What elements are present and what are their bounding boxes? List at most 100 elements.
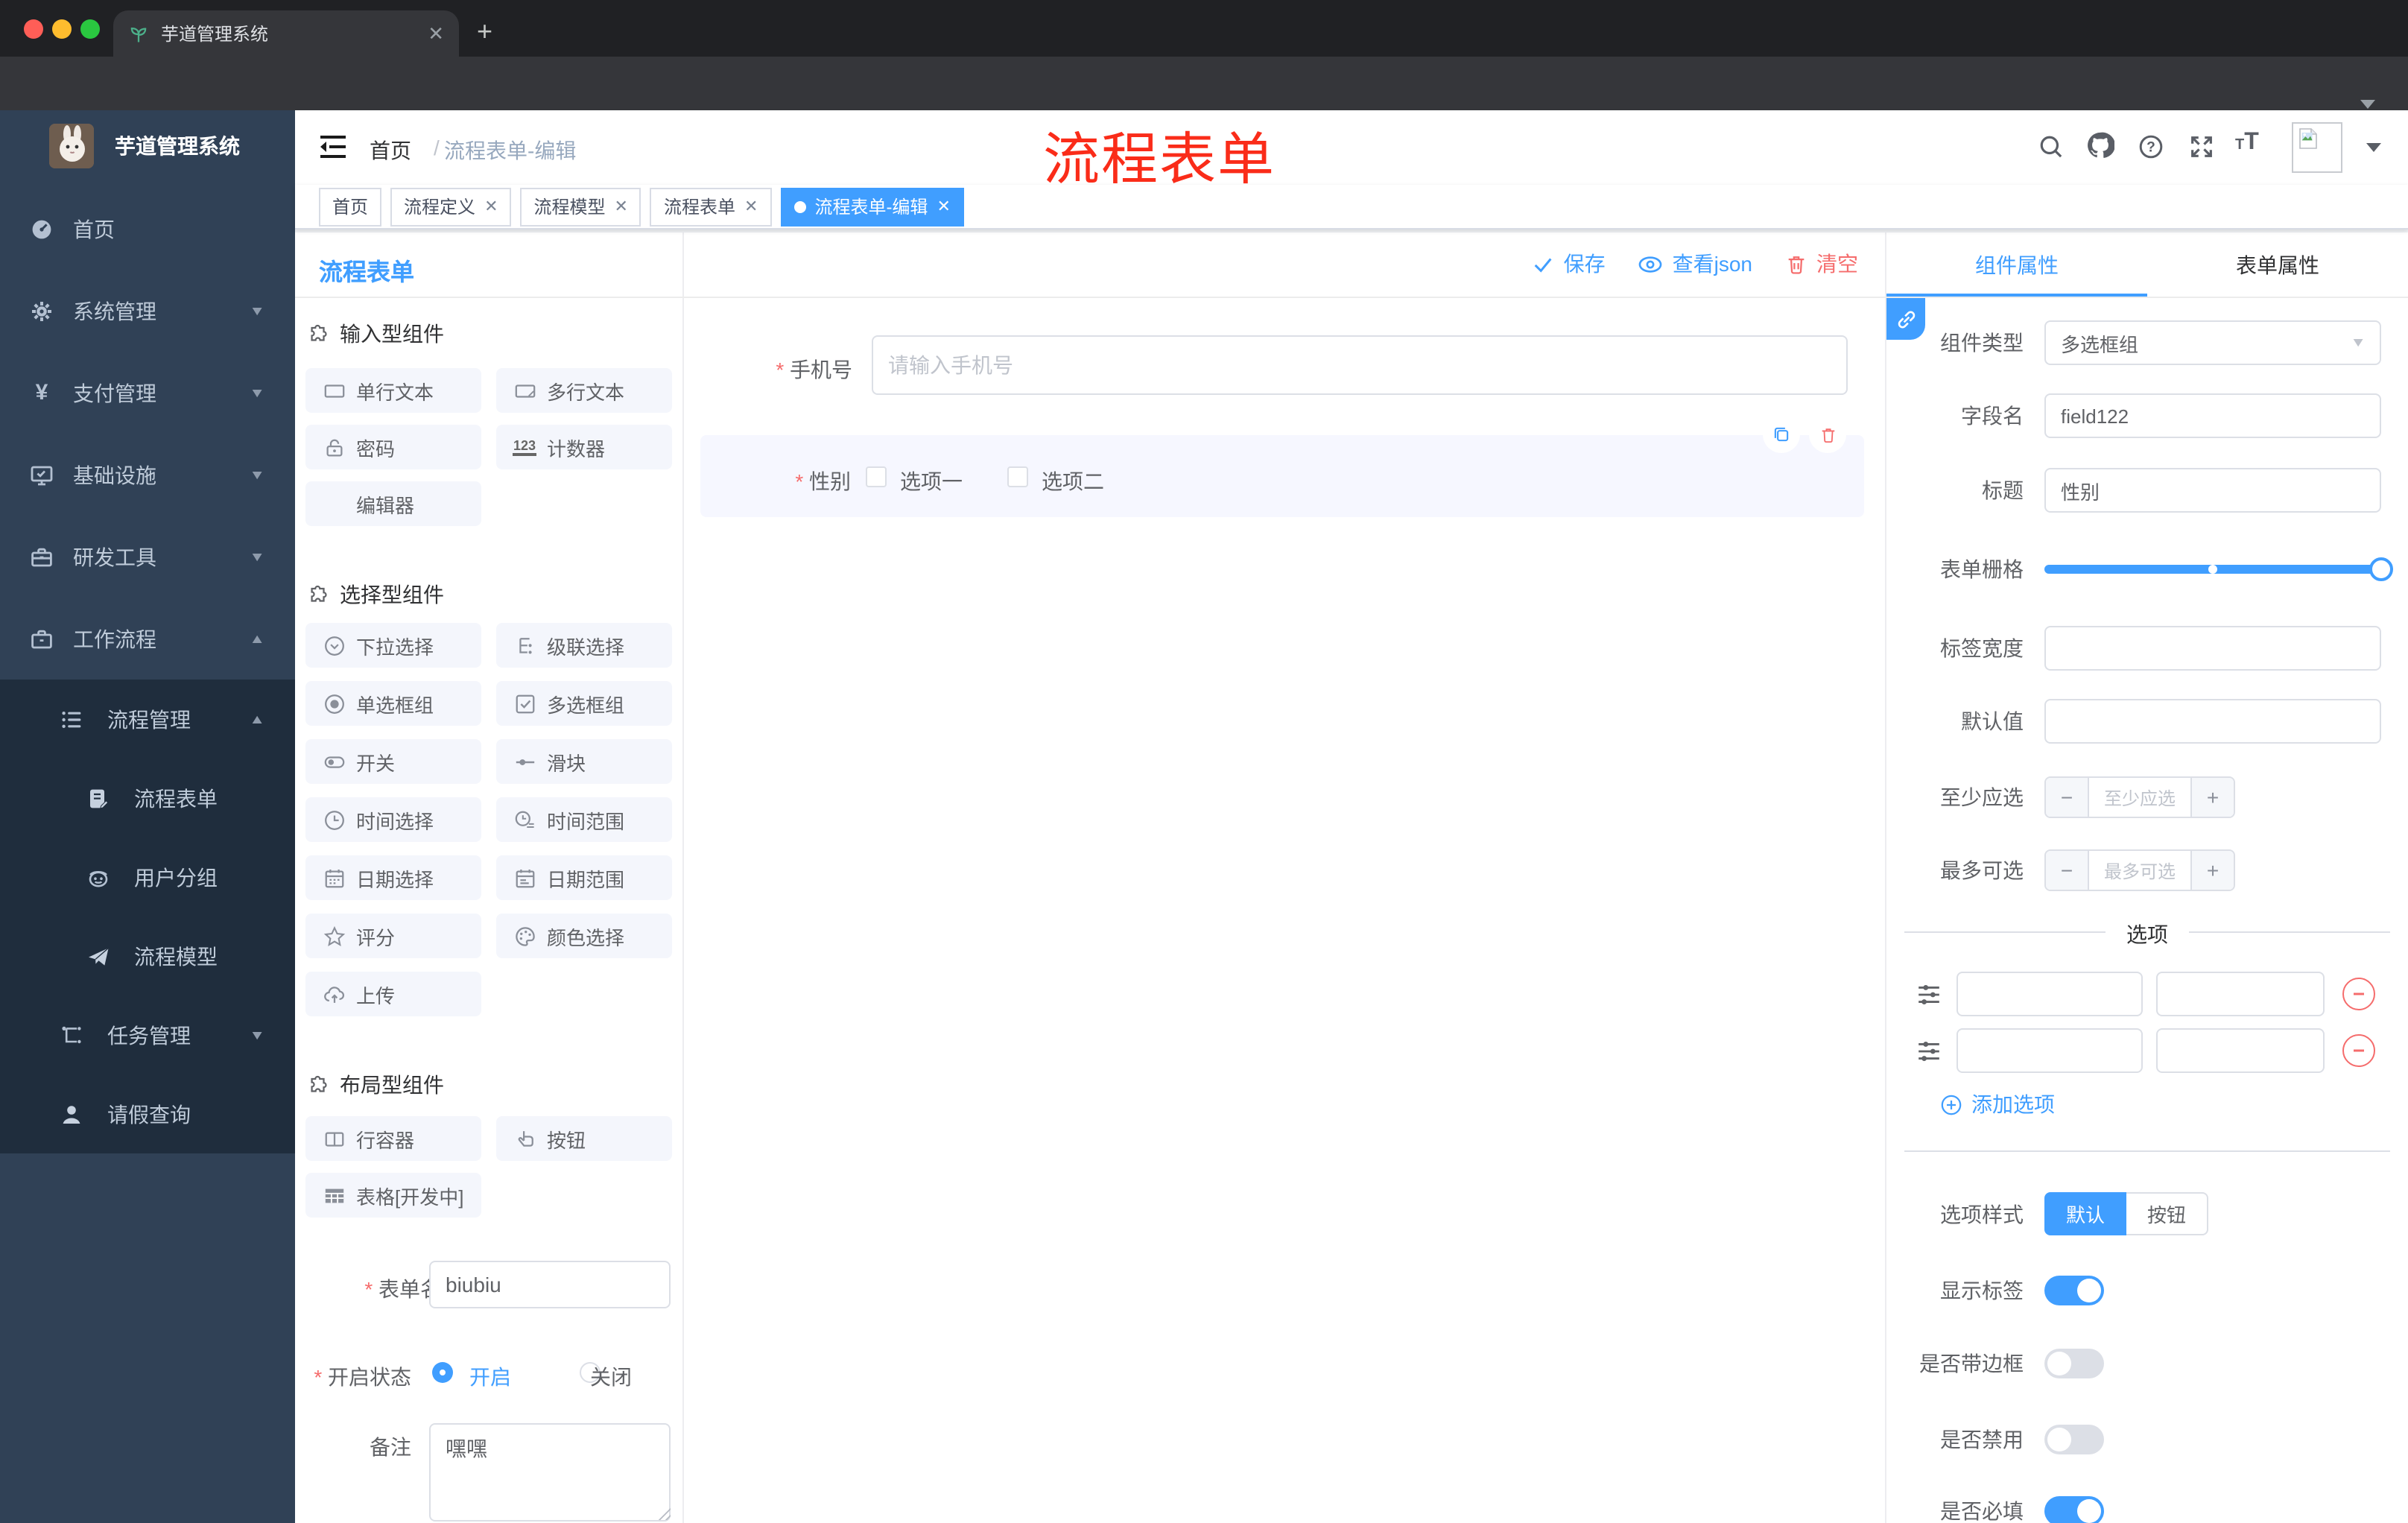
component-row-container[interactable]: 行容器 — [305, 1116, 481, 1161]
component-password[interactable]: 密码 — [305, 425, 481, 469]
component-color-picker[interactable]: 颜色选择 — [496, 914, 672, 958]
tab-form-props[interactable]: 表单属性 — [2147, 232, 2408, 298]
max-select-input[interactable]: 最多可选 — [2088, 851, 2192, 890]
form-name-input[interactable] — [429, 1261, 671, 1308]
component-cascader[interactable]: 级联选择 — [496, 623, 672, 668]
sidebar-item-workflow[interactable]: 工作流程 ▲ — [0, 598, 295, 680]
field-name-input[interactable] — [2044, 393, 2381, 438]
label-width-input[interactable] — [2044, 626, 2381, 671]
sidebar-item-home[interactable]: 首页 — [0, 188, 295, 270]
style-default-button[interactable]: 默认 — [2044, 1192, 2126, 1235]
sidebar-item-user-group[interactable]: 用户分组 — [0, 838, 295, 916]
option2-value-input[interactable] — [2156, 1028, 2325, 1073]
drag-handle-icon[interactable] — [1916, 1039, 1942, 1064]
component-time-picker[interactable]: 时间选择 — [305, 797, 481, 842]
component-counter[interactable]: 123 计数器 — [496, 425, 672, 469]
component-slider[interactable]: 滑块 — [496, 739, 672, 784]
minus-button[interactable]: − — [2046, 851, 2088, 890]
component-time-range[interactable]: 时间范围 — [496, 797, 672, 842]
plus-button[interactable]: + — [2192, 851, 2234, 890]
save-button[interactable]: 保存 — [1533, 249, 1606, 279]
component-date-picker[interactable]: 日期选择 — [305, 855, 481, 900]
tag-close-icon[interactable]: ✕ — [744, 197, 758, 216]
tag-close-icon[interactable]: ✕ — [937, 197, 950, 216]
min-select-input[interactable]: 至少应选 — [2088, 778, 2192, 817]
sidebar-item-task-mgmt[interactable]: 任务管理 ▼ — [0, 995, 295, 1074]
add-option-button[interactable]: 添加选项 — [1940, 1089, 2055, 1119]
component-type-select[interactable]: 多选框组 ▼ — [2044, 320, 2381, 365]
close-window-button[interactable] — [24, 19, 43, 39]
new-tab-button[interactable]: + — [477, 18, 492, 45]
avatar[interactable] — [2292, 122, 2342, 173]
component-checkbox-group[interactable]: 多选框组 — [496, 681, 672, 726]
gender-option1-label[interactable]: 选项一 — [900, 466, 963, 496]
style-button-button[interactable]: 按钮 — [2126, 1192, 2208, 1235]
minus-button[interactable]: − — [2046, 778, 2088, 817]
sidebar-item-process-model[interactable]: 流程模型 — [0, 916, 295, 995]
remove-option-button[interactable] — [2342, 978, 2375, 1010]
title-input[interactable] — [2044, 468, 2381, 513]
tag-process-form[interactable]: 流程表单 ✕ — [650, 187, 772, 226]
option1-value-input[interactable] — [2156, 972, 2325, 1016]
sidebar-item-process-mgmt[interactable]: 流程管理 ▲ — [0, 680, 295, 759]
resize-grip[interactable] — [657, 1507, 671, 1520]
component-switch[interactable]: 开关 — [305, 739, 481, 784]
help-icon[interactable]: ? — [2138, 134, 2164, 159]
disabled-toggle[interactable] — [2044, 1425, 2104, 1454]
collapse-sidebar-icon[interactable] — [319, 134, 347, 159]
clear-button[interactable]: 清空 — [1785, 249, 1858, 279]
sidebar-item-devtools[interactable]: 研发工具 ▼ — [0, 516, 295, 598]
zoom-window-button[interactable] — [80, 19, 100, 39]
remove-option-button[interactable] — [2342, 1034, 2375, 1067]
font-size-icon[interactable]: TT — [2235, 130, 2259, 156]
canvas-phone-input[interactable] — [872, 335, 1848, 395]
drag-handle-icon[interactable] — [1916, 982, 1942, 1007]
component-rate[interactable]: 评分 — [305, 914, 481, 958]
gender-option2-checkbox[interactable] — [1007, 466, 1028, 487]
chevron-down-icon[interactable] — [2360, 100, 2375, 109]
github-icon[interactable] — [2086, 131, 2114, 159]
show-label-toggle[interactable] — [2044, 1276, 2104, 1305]
component-date-range[interactable]: 日期范围 — [496, 855, 672, 900]
slider-handle[interactable] — [2369, 557, 2393, 581]
tab-close-icon[interactable]: ✕ — [428, 22, 444, 45]
default-value-input[interactable] — [2044, 699, 2381, 744]
search-icon[interactable] — [2038, 134, 2064, 159]
component-select[interactable]: 下拉选择 — [305, 623, 481, 668]
gender-option1-checkbox[interactable] — [866, 466, 887, 487]
component-editor[interactable]: 编辑器 — [305, 481, 481, 526]
component-table-dev[interactable]: 表格[开发中] — [305, 1173, 481, 1218]
component-single-line-text[interactable]: 单行文本 — [305, 368, 481, 413]
tag-close-icon[interactable]: ✕ — [484, 197, 498, 216]
gender-option2-label[interactable]: 选项二 — [1042, 466, 1104, 496]
tab-component-props[interactable]: 组件属性 — [1886, 232, 2147, 298]
copy-component-button[interactable] — [1763, 416, 1800, 453]
browser-tab[interactable]: 芋道管理系统 ✕ — [113, 10, 459, 57]
option2-label-input[interactable] — [1956, 1028, 2143, 1073]
fullscreen-icon[interactable] — [2189, 134, 2214, 159]
component-upload[interactable]: 上传 — [305, 972, 481, 1016]
component-radio-group[interactable]: 单选框组 — [305, 681, 481, 726]
required-toggle[interactable] — [2044, 1496, 2104, 1523]
border-toggle[interactable] — [2044, 1349, 2104, 1378]
tag-home[interactable]: 首页 — [319, 187, 382, 226]
tag-process-form-edit[interactable]: 流程表单-编辑 ✕ — [780, 187, 964, 226]
sidebar-item-system[interactable]: 系统管理 ▼ — [0, 270, 295, 352]
form-remark-textarea[interactable]: 嘿嘿 — [429, 1423, 671, 1522]
sidebar-item-payment[interactable]: ¥ 支付管理 ▼ — [0, 352, 295, 434]
sidebar-item-infra[interactable]: 基础设施 ▼ — [0, 434, 295, 516]
tag-process-definition[interactable]: 流程定义 ✕ — [390, 187, 512, 226]
option1-label-input[interactable] — [1956, 972, 2143, 1016]
component-button[interactable]: 按钮 — [496, 1116, 672, 1161]
tag-process-model[interactable]: 流程模型 ✕ — [520, 187, 641, 226]
sidebar-item-leave-query[interactable]: 请假查询 — [0, 1074, 295, 1153]
breadcrumb-home[interactable]: 首页 — [370, 136, 411, 165]
minimize-window-button[interactable] — [52, 19, 72, 39]
status-off-label[interactable]: 关闭 — [590, 1362, 632, 1392]
status-on-radio[interactable] — [432, 1362, 453, 1383]
chevron-down-icon[interactable] — [2366, 143, 2381, 152]
sidebar-item-process-form[interactable]: 流程表单 — [0, 759, 295, 838]
plus-button[interactable]: + — [2192, 778, 2234, 817]
tag-close-icon[interactable]: ✕ — [615, 197, 628, 216]
delete-component-button[interactable] — [1809, 416, 1846, 453]
